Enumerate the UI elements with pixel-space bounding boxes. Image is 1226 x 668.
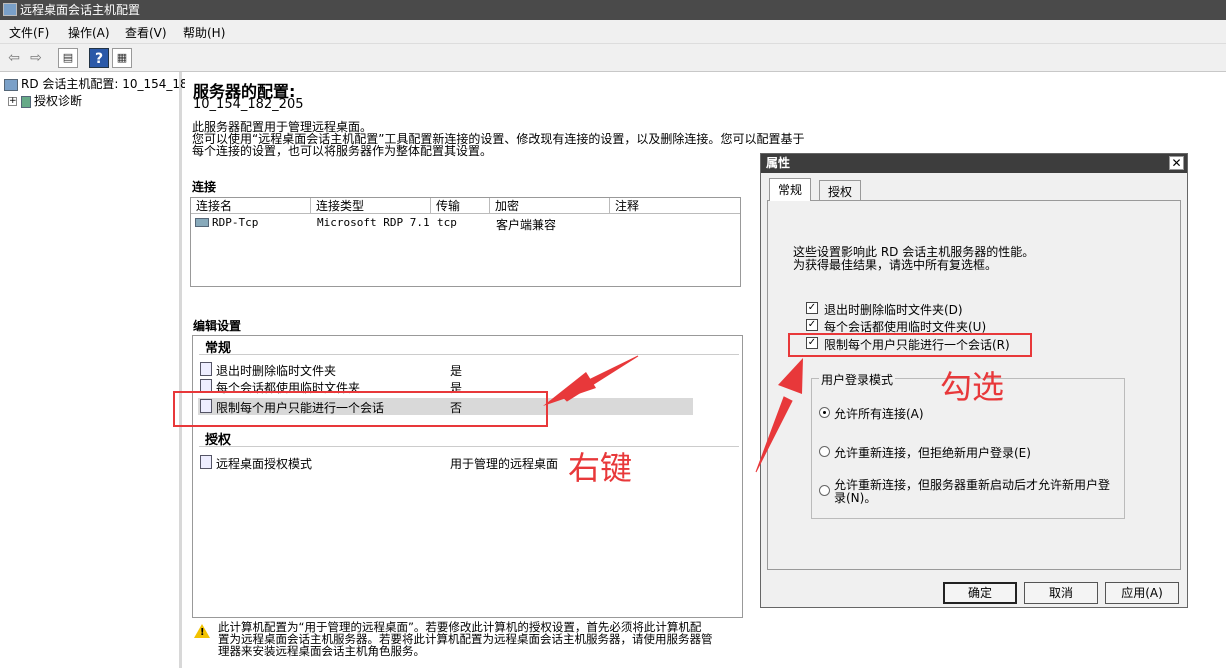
tab-general[interactable]: 常规 bbox=[769, 178, 812, 201]
arrow-check bbox=[755, 358, 803, 473]
annotation-arrows bbox=[543, 355, 803, 473]
arrow-right-click bbox=[543, 355, 639, 406]
